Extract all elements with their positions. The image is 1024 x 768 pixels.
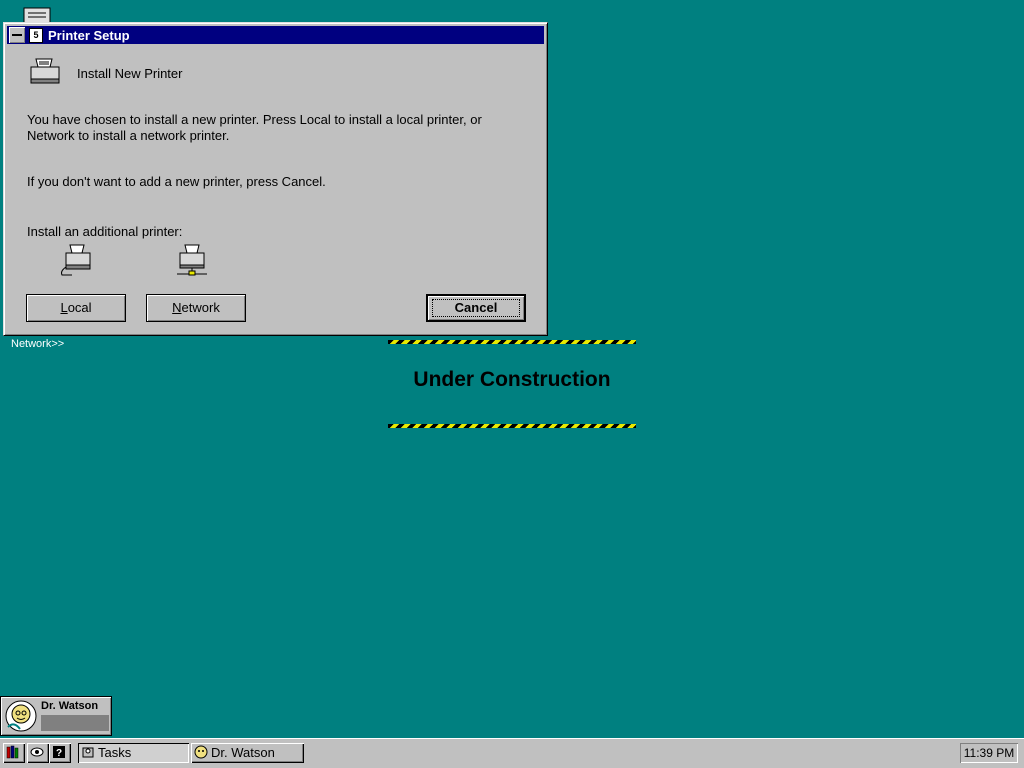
instructions-text: You have chosen to install a new printer… [27, 112, 482, 143]
help-button[interactable]: ? [49, 743, 71, 763]
dr-watson-label: Dr. Watson [41, 700, 99, 712]
eye-icon [30, 747, 44, 757]
network-button[interactable]: Network [146, 294, 246, 322]
tasks-label: Tasks [98, 745, 132, 760]
hazard-stripe-bottom [388, 424, 636, 428]
hazard-stripe-top [388, 340, 636, 344]
start-button[interactable] [3, 743, 25, 763]
additional-printer-label: Install an additional printer: [27, 224, 183, 239]
svg-text:?: ? [56, 748, 62, 759]
title-bar[interactable]: 5 Printer Setup [7, 26, 544, 44]
cancel-hint-text: If you don't want to add a new printer, … [27, 174, 326, 189]
dialog-header: Install New Printer [77, 66, 183, 81]
network-printer-icon [177, 244, 207, 276]
dr-watson-taskbar-button[interactable]: Dr. Watson [191, 743, 304, 763]
question-icon: ? [53, 746, 65, 759]
network-link[interactable]: Network>> [11, 338, 64, 350]
under-construction-text: Under Construction [413, 368, 611, 391]
tasks-taskbar-button[interactable]: Tasks [78, 743, 189, 763]
focus-rectangle [432, 299, 520, 317]
system-menu-button[interactable] [9, 27, 25, 43]
dr-watson-small-icon [194, 745, 208, 759]
taskbar: ? Tasks Dr. Watson 11:39 PM [0, 738, 1024, 768]
app-icon: 5 [29, 27, 43, 43]
find-button[interactable] [27, 743, 49, 763]
books-icon [6, 745, 19, 759]
printer-setup-dialog: 5 Printer Setup Install New Printer You … [3, 22, 548, 336]
dr-watson-task-label: Dr. Watson [211, 745, 275, 760]
clock: 11:39 PM [960, 743, 1018, 763]
local-printer-icon [61, 244, 91, 276]
dialog-title: Printer Setup [48, 27, 130, 43]
dr-watson-minimized[interactable]: Dr. Watson [0, 696, 112, 736]
dr-watson-status-bar [41, 715, 109, 731]
printer-icon [30, 58, 60, 84]
dr-watson-icon [5, 700, 37, 732]
cancel-button[interactable]: Cancel [426, 294, 526, 322]
tasks-icon [82, 747, 94, 758]
local-button[interactable]: Local [26, 294, 126, 322]
